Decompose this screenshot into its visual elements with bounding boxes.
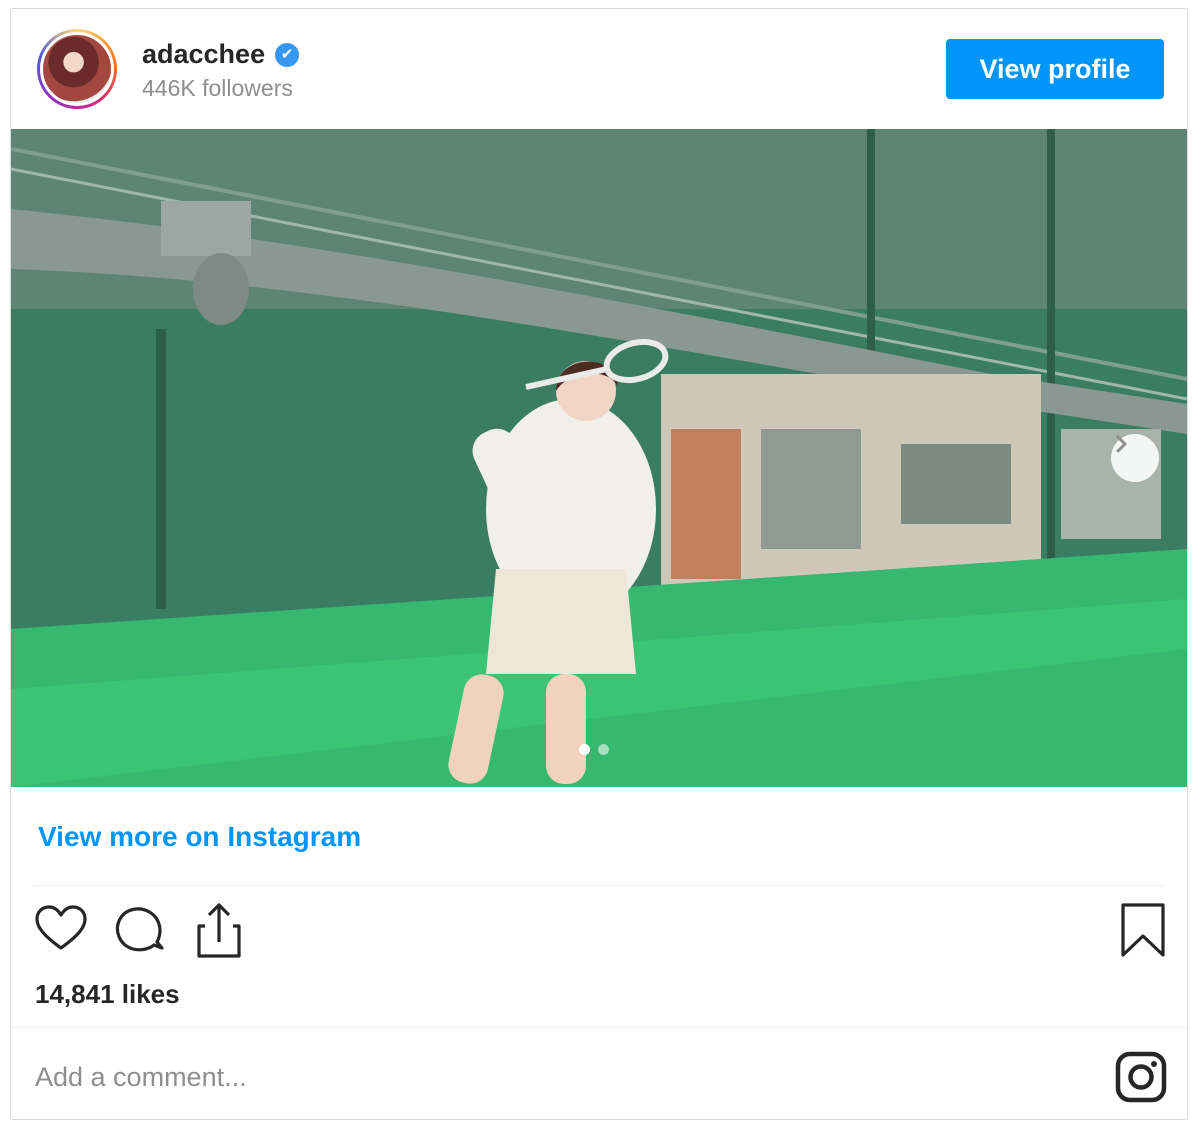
action-bar	[33, 902, 1165, 962]
bookmark-icon	[1121, 903, 1165, 957]
like-button[interactable]	[33, 902, 89, 958]
heart-icon	[35, 905, 87, 950]
view-more-link[interactable]: View more on Instagram	[38, 821, 361, 853]
post-media[interactable]	[11, 129, 1187, 787]
carousel-dot-active	[579, 744, 590, 755]
save-button[interactable]	[1115, 902, 1171, 958]
next-slide-button[interactable]	[1111, 434, 1159, 482]
share-icon	[197, 903, 241, 958]
carousel-dot	[598, 744, 609, 755]
divider	[33, 885, 1165, 886]
player-skirt	[486, 569, 636, 674]
comment-button[interactable]	[111, 902, 167, 958]
instagram-icon[interactable]	[1115, 1051, 1167, 1103]
divider	[11, 1027, 1187, 1028]
verified-badge-icon: ✔	[275, 42, 300, 67]
share-button[interactable]	[189, 902, 245, 958]
view-profile-button[interactable]: View profile	[946, 39, 1164, 99]
chevron-right-icon	[1116, 435, 1127, 453]
comment-icon	[115, 907, 164, 952]
carousel-indicator	[579, 744, 609, 755]
username-row: adacchee ✔	[142, 39, 300, 70]
follower-count: 446K followers	[142, 75, 293, 101]
avatar-image	[40, 32, 114, 106]
like-count: 14,841 likes	[35, 979, 180, 1009]
avatar[interactable]	[37, 29, 117, 109]
post-photo	[11, 129, 1187, 787]
comment-input[interactable]	[33, 1054, 1037, 1100]
instagram-embed-card: adacchee ✔ 446K followers View profile V…	[10, 8, 1188, 1120]
username[interactable]: adacchee	[142, 39, 265, 70]
